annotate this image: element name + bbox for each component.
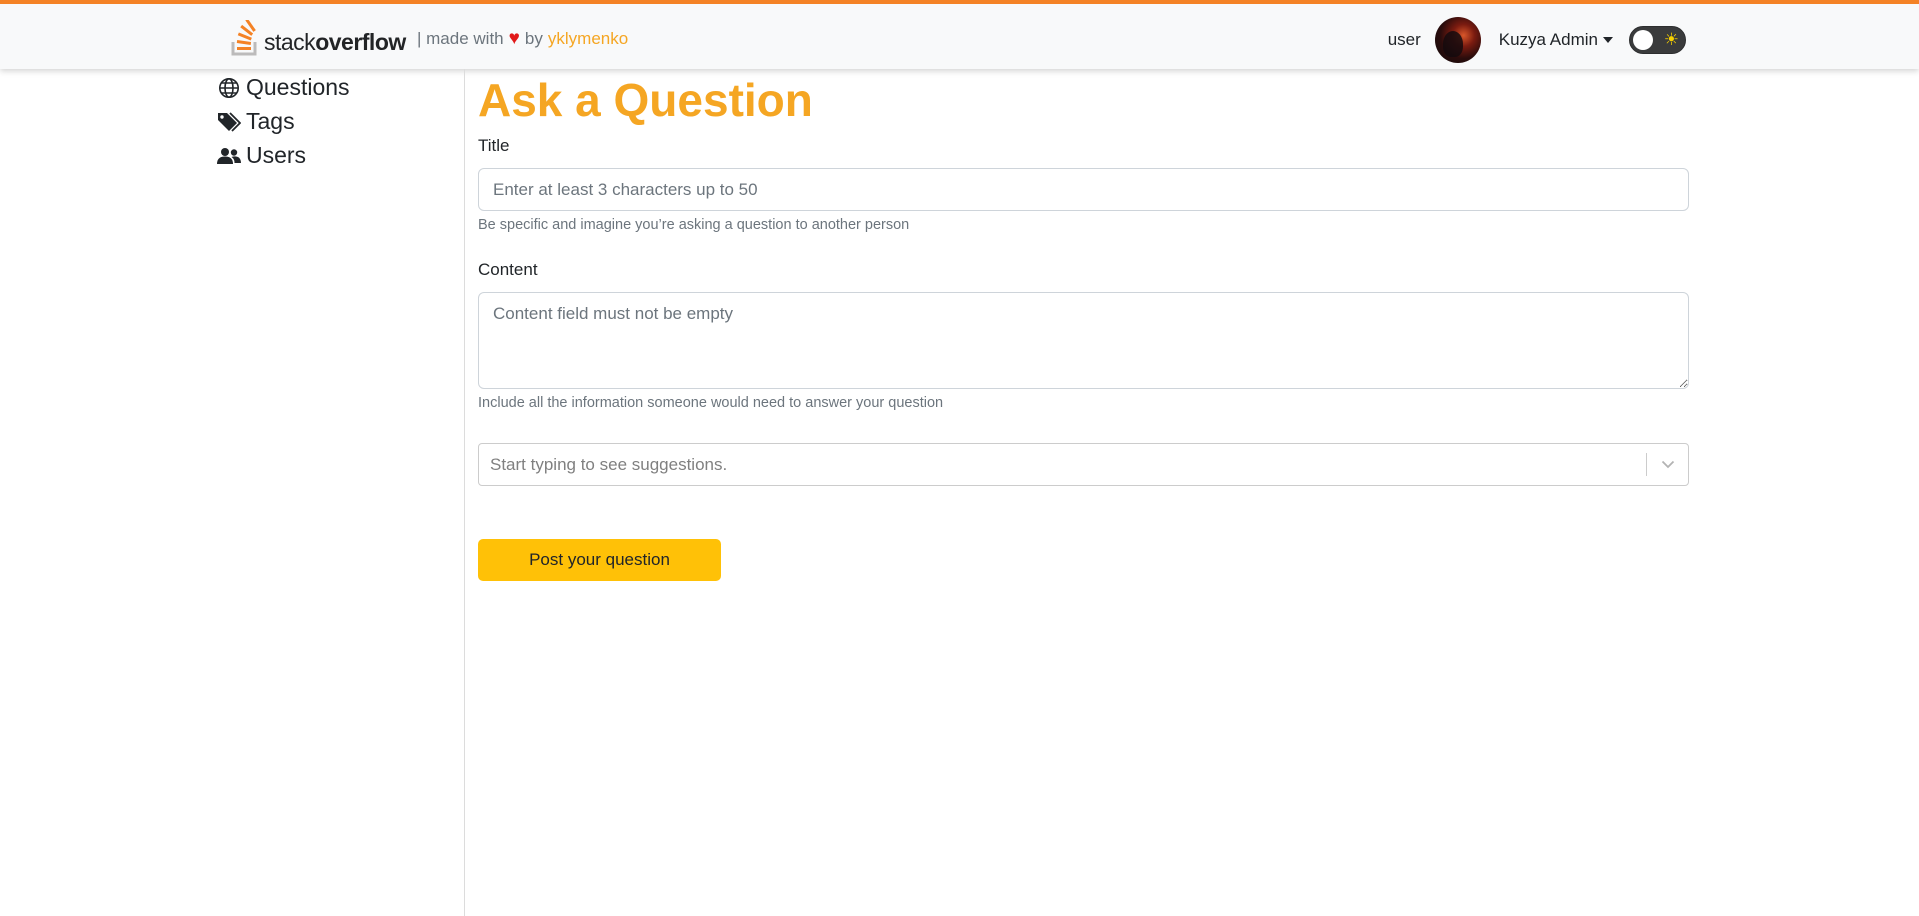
sidebar: Questions Tags Users xyxy=(0,69,465,916)
credit-line: | made with ♥ by yklymenko xyxy=(417,28,628,50)
tags-icon xyxy=(217,110,241,134)
user-area: user Kuzya Admin ☀ xyxy=(1388,17,1686,63)
user-role-label: user xyxy=(1387,30,1421,49)
content-textarea[interactable] xyxy=(478,292,1689,389)
avatar[interactable] xyxy=(1434,17,1481,63)
sidebar-item-label: Questions xyxy=(246,74,350,100)
stack-logo-icon xyxy=(231,20,257,56)
sidebar-item-questions[interactable]: Questions xyxy=(217,74,350,101)
toggle-knob xyxy=(1633,30,1653,50)
logo-wordmark: stackoverflow xyxy=(264,29,406,55)
content-label: Content xyxy=(478,260,538,279)
sidebar-item-label: Tags xyxy=(246,108,295,134)
sun-icon: ☀ xyxy=(1663,30,1679,49)
title-input[interactable] xyxy=(478,168,1689,211)
globe-icon xyxy=(217,76,241,100)
users-icon xyxy=(217,144,241,168)
user-dropdown[interactable]: Kuzya Admin xyxy=(1499,30,1613,50)
content-help-text: Include all the information someone woul… xyxy=(478,395,944,411)
title-label: Title xyxy=(478,136,510,155)
caret-down-icon xyxy=(1603,37,1613,43)
sidebar-item-tags[interactable]: Tags xyxy=(217,108,295,135)
chevron-down-icon[interactable] xyxy=(1647,460,1688,469)
author-link[interactable]: yklymenko xyxy=(548,29,628,49)
post-question-button[interactable]: Post your question xyxy=(478,539,721,581)
sidebar-item-label: Users xyxy=(246,142,307,168)
theme-toggle[interactable]: ☀ xyxy=(1629,26,1686,54)
tags-select[interactable]: Start typing to see suggestions. xyxy=(478,443,1689,486)
credit-prefix: | made with xyxy=(417,29,504,48)
tags-select-placeholder: Start typing to see suggestions. xyxy=(490,454,728,474)
credit-by: by xyxy=(524,29,543,48)
heart-icon: ♥ xyxy=(508,28,520,49)
sidebar-item-users[interactable]: Users xyxy=(217,142,306,169)
page-title: Ask a Question xyxy=(478,74,813,126)
title-help-text: Be specific and imagine you’re asking a … xyxy=(478,217,910,233)
top-navbar: stackoverflow | made with ♥ by yklymenko… xyxy=(0,0,1919,69)
stackoverflow-logo[interactable]: stackoverflow xyxy=(230,20,406,56)
user-name: Kuzya Admin xyxy=(1498,30,1598,49)
